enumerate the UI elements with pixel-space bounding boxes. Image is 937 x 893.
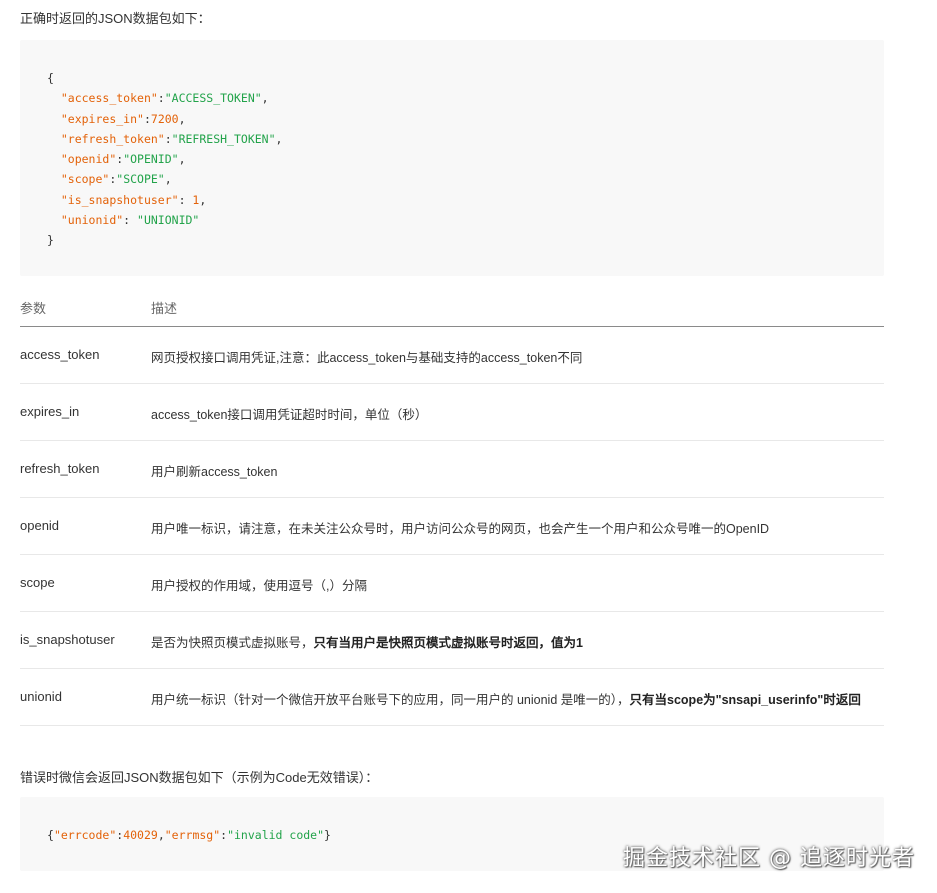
json-value: "REFRESH_TOKEN" [171, 131, 276, 146]
json-comma: , [164, 172, 172, 187]
code-line: "is_snapshotuser": 1, [47, 190, 884, 210]
param-name: openid [20, 518, 60, 533]
json-value: 7200 [150, 111, 179, 126]
watermark: 掘金技术社区 @ 追逐时光者 [623, 846, 915, 871]
code-line: "refresh_token":"REFRESH_TOKEN", [47, 129, 884, 149]
success-json-code-block: { "access_token":"ACCESS_TOKEN", "expire… [20, 40, 884, 276]
json-comma: , [178, 152, 186, 167]
brace-close: } [47, 233, 54, 248]
json-sep: : [123, 213, 138, 228]
json-comma: , [178, 111, 186, 126]
param-name: access_token [20, 347, 100, 362]
code-line: "expires_in":7200, [47, 109, 884, 129]
params-table: 参数 描述 access_token 网页授权接口调用凭证,注意：此access… [20, 288, 884, 726]
json-comma: , [199, 192, 207, 207]
param-desc: 用户唯一标识，请注意，在未关注公众号时，用户访问公众号的网页，也会产生一个用户和… [151, 522, 770, 536]
json-key: "errcode" [53, 828, 117, 842]
param-name: scope [20, 575, 55, 590]
table-header: 参数 描述 [20, 288, 884, 327]
param-desc: 用户统一标识（针对一个微信开放平台账号下的应用，同一用户的 unionid 是唯… [151, 689, 861, 708]
param-desc: 网页授权接口调用凭证,注意：此access_token与基础支持的access_… [151, 351, 583, 365]
json-sep: : [157, 91, 165, 106]
json-key: "errmsg" [164, 828, 221, 842]
desc-text: 用户统一标识（针对一个微信开放平台账号下的应用，同一用户的 unionid 是唯… [151, 693, 630, 707]
brace-open: { [47, 71, 54, 85]
table-row: scope 用户授权的作用域，使用逗号（,）分隔 [20, 555, 884, 612]
success-intro-text: 正确时返回的JSON数据包如下： [20, 11, 211, 26]
json-key: "is_snapshotuser" [60, 192, 179, 207]
param-name: is_snapshotuser [20, 632, 115, 647]
param-desc: 用户授权的作用域，使用逗号（,）分隔 [151, 579, 367, 593]
json-key: "openid" [60, 152, 117, 167]
json-comma: , [275, 131, 283, 146]
json-value: "OPENID" [123, 152, 179, 167]
json-sep: : [178, 192, 193, 207]
table-row: expires_in access_token接口调用凭证超时时间，单位（秒） [20, 384, 884, 441]
table-row: is_snapshotuser 是否为快照页模式虚拟账号，只有当用户是快照页模式… [20, 612, 884, 669]
desc-bold-note: 只有当scope为"snsapi_userinfo"时返回 [629, 693, 861, 707]
json-comma: , [261, 91, 269, 106]
param-desc: access_token接口调用凭证超时时间，单位（秒） [151, 408, 428, 422]
param-desc: 用户刷新access_token [151, 465, 278, 479]
json-key: "scope" [60, 172, 110, 187]
code-line: { [47, 68, 884, 88]
code-line: "scope":"SCOPE", [47, 169, 884, 189]
json-key: "unionid" [60, 213, 124, 228]
table-row: refresh_token 用户刷新access_token [20, 441, 884, 498]
param-name: refresh_token [20, 461, 100, 476]
header-desc: 描述 [151, 301, 178, 316]
table-row: unionid 用户统一标识（针对一个微信开放平台账号下的应用，同一用户的 un… [20, 669, 884, 726]
code-line: "access_token":"ACCESS_TOKEN", [47, 88, 884, 108]
desc-text: 是否为快照页模式虚拟账号， [151, 636, 314, 650]
json-key: "expires_in" [60, 111, 144, 126]
desc-bold-note: 只有当用户是快照页模式虚拟账号时返回，值为1 [313, 636, 583, 650]
code-line: } [47, 230, 884, 250]
table-row: openid 用户唯一标识，请注意，在未关注公众号时，用户访问公众号的网页，也会… [20, 498, 884, 555]
brace-close: } [324, 828, 331, 842]
param-desc: 是否为快照页模式虚拟账号，只有当用户是快照页模式虚拟账号时返回，值为1 [151, 632, 583, 651]
json-key: "access_token" [60, 91, 158, 106]
param-name: unionid [20, 689, 62, 704]
table-row: access_token 网页授权接口调用凭证,注意：此access_token… [20, 327, 884, 384]
param-name: expires_in [20, 404, 80, 419]
brace-open: { [47, 828, 54, 842]
json-value: "SCOPE" [116, 172, 165, 187]
json-sep: : [164, 131, 172, 146]
json-comma: , [157, 828, 165, 842]
code-line: "unionid": "UNIONID" [47, 210, 884, 230]
json-value: "UNIONID" [137, 213, 200, 228]
json-key: "refresh_token" [60, 131, 165, 146]
error-intro-text: 错误时微信会返回JSON数据包如下（示例为Code无效错误）： [20, 770, 379, 785]
json-value: 40029 [123, 828, 158, 842]
header-param: 参数 [20, 301, 47, 316]
json-sep: : [143, 111, 151, 126]
json-value: "ACCESS_TOKEN" [164, 91, 262, 106]
json-value: "invalid code" [227, 828, 325, 842]
code-line: "openid":"OPENID", [47, 149, 884, 169]
